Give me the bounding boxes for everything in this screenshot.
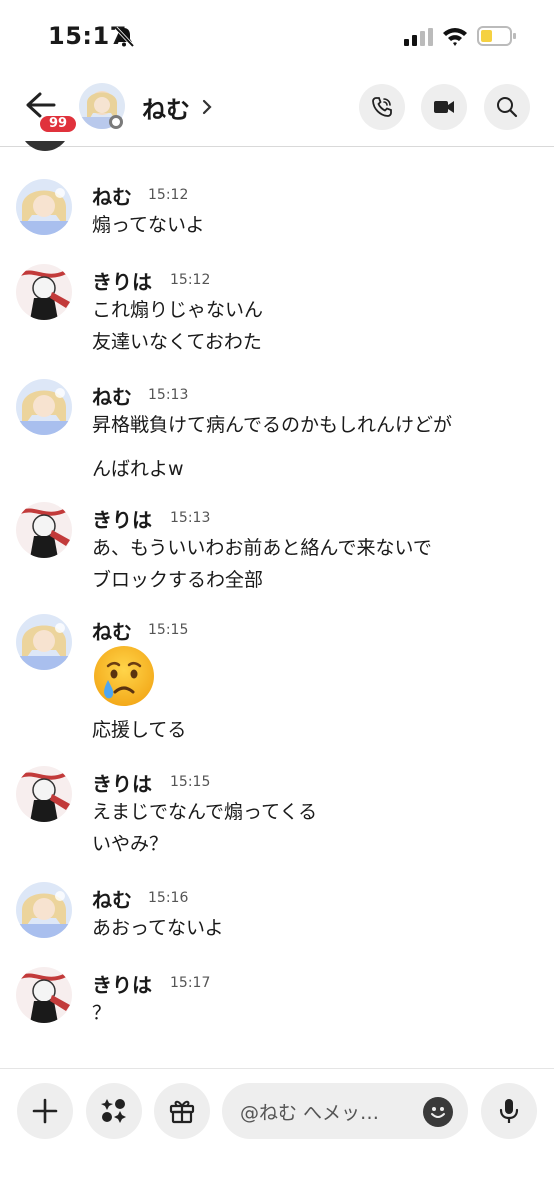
battery-icon bbox=[477, 26, 516, 46]
message-input[interactable]: @ねむ へメッ… bbox=[222, 1083, 468, 1139]
message-list[interactable]: ねむ 15:12 煽ってないよ きりは 15:12 これ煽りじゃないん 友達いな… bbox=[0, 141, 554, 1067]
sticker-button[interactable] bbox=[86, 1083, 142, 1139]
search-icon bbox=[497, 97, 518, 118]
gift-icon bbox=[169, 1100, 195, 1124]
signal-icon bbox=[404, 28, 433, 46]
message-time: 15:15 bbox=[148, 622, 189, 638]
sender-name: きりは bbox=[92, 772, 152, 796]
status-dot bbox=[109, 115, 123, 129]
sender-name: きりは bbox=[92, 973, 152, 997]
avatar-kiriha[interactable] bbox=[16, 502, 72, 558]
emoji-icon bbox=[431, 1107, 445, 1118]
message-text: あ、もういいわお前あと絡んで来ないで ブロックするわ全部 bbox=[92, 537, 432, 591]
emoji-button[interactable] bbox=[423, 1097, 453, 1127]
voice-button[interactable] bbox=[481, 1083, 537, 1139]
chat-title[interactable]: ねむ bbox=[142, 90, 190, 125]
unread-badge: 99 bbox=[38, 114, 78, 134]
sender-name: きりは bbox=[92, 508, 152, 532]
composer-bar: @ねむ へメッ… bbox=[0, 1068, 554, 1200]
message-text: これ煽りじゃないん 友達いなくておわた bbox=[92, 299, 264, 353]
message-time: 15:13 bbox=[148, 387, 189, 403]
sender-name: ねむ bbox=[92, 185, 132, 209]
message-text: 応援してる bbox=[92, 719, 187, 741]
avatar-nemu[interactable] bbox=[16, 379, 72, 435]
call-button[interactable] bbox=[359, 84, 405, 130]
message-text: ？ bbox=[92, 1002, 112, 1024]
chat-header: 99 ねむ bbox=[0, 74, 554, 147]
crying-face-icon bbox=[94, 646, 154, 706]
message-time: 15:17 bbox=[170, 975, 211, 991]
chevron-right-icon[interactable] bbox=[201, 98, 213, 116]
avatar-kiriha[interactable] bbox=[16, 967, 72, 1023]
message-time: 15:16 bbox=[148, 890, 189, 906]
add-button[interactable] bbox=[17, 1083, 73, 1139]
avatar-partial bbox=[20, 141, 70, 151]
message-input-placeholder: @ねむ へメッ… bbox=[240, 1102, 380, 1124]
video-icon bbox=[434, 101, 454, 113]
message-text: 煽ってないよ bbox=[92, 214, 205, 236]
phone-icon bbox=[372, 97, 392, 117]
sender-name: ねむ bbox=[92, 888, 132, 912]
plus-icon bbox=[32, 1098, 58, 1124]
avatar-nemu[interactable] bbox=[16, 179, 72, 235]
status-bar: 15:17 bbox=[0, 0, 554, 74]
mic-icon bbox=[499, 1099, 519, 1123]
message-text: えまじでなんで煽ってくる いやみ？ bbox=[92, 801, 318, 855]
sender-name: ねむ bbox=[92, 620, 132, 644]
message-time: 15:12 bbox=[148, 187, 189, 203]
message-time: 15:12 bbox=[170, 272, 211, 288]
wifi-icon bbox=[443, 28, 467, 46]
bell-slash-icon bbox=[114, 26, 135, 48]
message-text: あおってないよ bbox=[92, 917, 224, 939]
video-call-button[interactable] bbox=[421, 84, 467, 130]
sticker-icon bbox=[101, 1099, 126, 1123]
avatar-kiriha[interactable] bbox=[16, 264, 72, 320]
message-time: 15:13 bbox=[170, 510, 211, 526]
sender-name: きりは bbox=[92, 270, 152, 294]
message-text: 昇格戦負けて病んでるのかもしれんけどが んばれよw bbox=[92, 414, 453, 480]
gift-button[interactable] bbox=[154, 1083, 210, 1139]
avatar-kiriha[interactable] bbox=[16, 766, 72, 822]
search-button[interactable] bbox=[484, 84, 530, 130]
message-time: 15:15 bbox=[170, 774, 211, 790]
avatar-nemu[interactable] bbox=[16, 614, 72, 670]
avatar-nemu[interactable] bbox=[16, 882, 72, 938]
